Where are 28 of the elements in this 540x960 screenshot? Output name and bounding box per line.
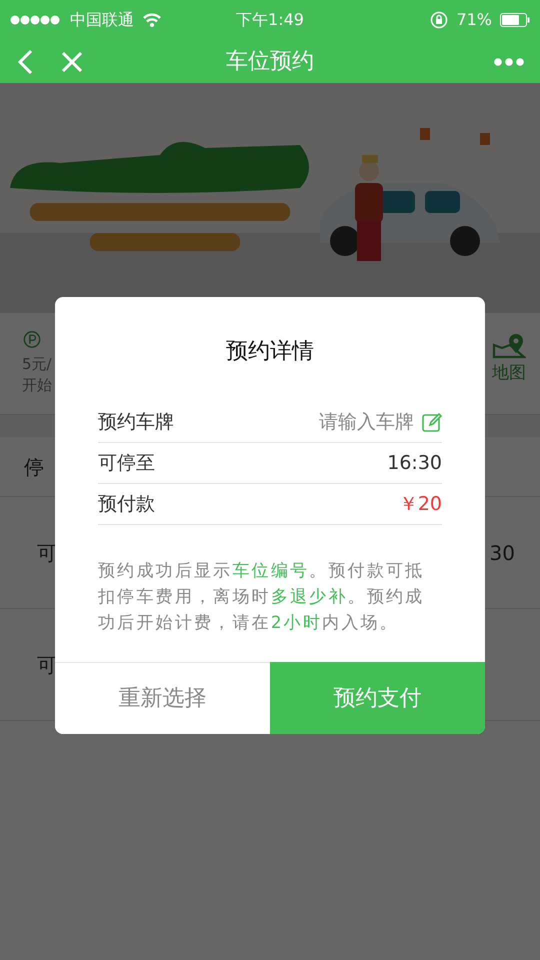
battery-icon xyxy=(500,13,530,27)
section-title: 停 xyxy=(24,454,44,480)
map-icon[interactable] xyxy=(492,331,526,361)
rotation-lock-icon xyxy=(430,11,448,29)
dialog-title: 预约详情 xyxy=(225,338,315,366)
plate-input[interactable]: 请输入车牌 xyxy=(274,408,414,436)
signal-icon xyxy=(10,14,62,26)
wifi-icon xyxy=(142,12,162,28)
status-time: 下午1:49 xyxy=(236,9,304,31)
row-value: 16:30 xyxy=(387,450,442,476)
row-label: 可停至 xyxy=(98,450,155,476)
row-label: 预付款 xyxy=(98,492,155,517)
page-title: 车位预约 xyxy=(225,48,315,76)
row-label: 预约车牌 xyxy=(98,410,174,435)
parking-icon xyxy=(22,331,42,348)
row-label: 可 xyxy=(37,652,57,678)
more-icon[interactable] xyxy=(494,58,524,66)
carrier-name: 中国联通 xyxy=(70,9,134,31)
price-value: ￥20 xyxy=(398,492,442,517)
pay-button[interactable]: 预约支付 xyxy=(270,662,485,734)
row-value: 30 xyxy=(490,540,515,566)
battery-percent: 71% xyxy=(456,9,492,31)
reselect-button[interactable]: 重新选择 xyxy=(55,662,270,734)
row-label: 可 xyxy=(37,540,57,566)
notice-text: 预约成功后显示车位编号。预付款可抵扣停车费用，离场时 多退少补。预约成功后开始计费，请在 2小时 内入场。 xyxy=(98,559,426,634)
edit-icon[interactable] xyxy=(422,412,442,432)
map-label[interactable]: 地图 xyxy=(492,361,526,386)
close-icon[interactable] xyxy=(60,50,84,74)
